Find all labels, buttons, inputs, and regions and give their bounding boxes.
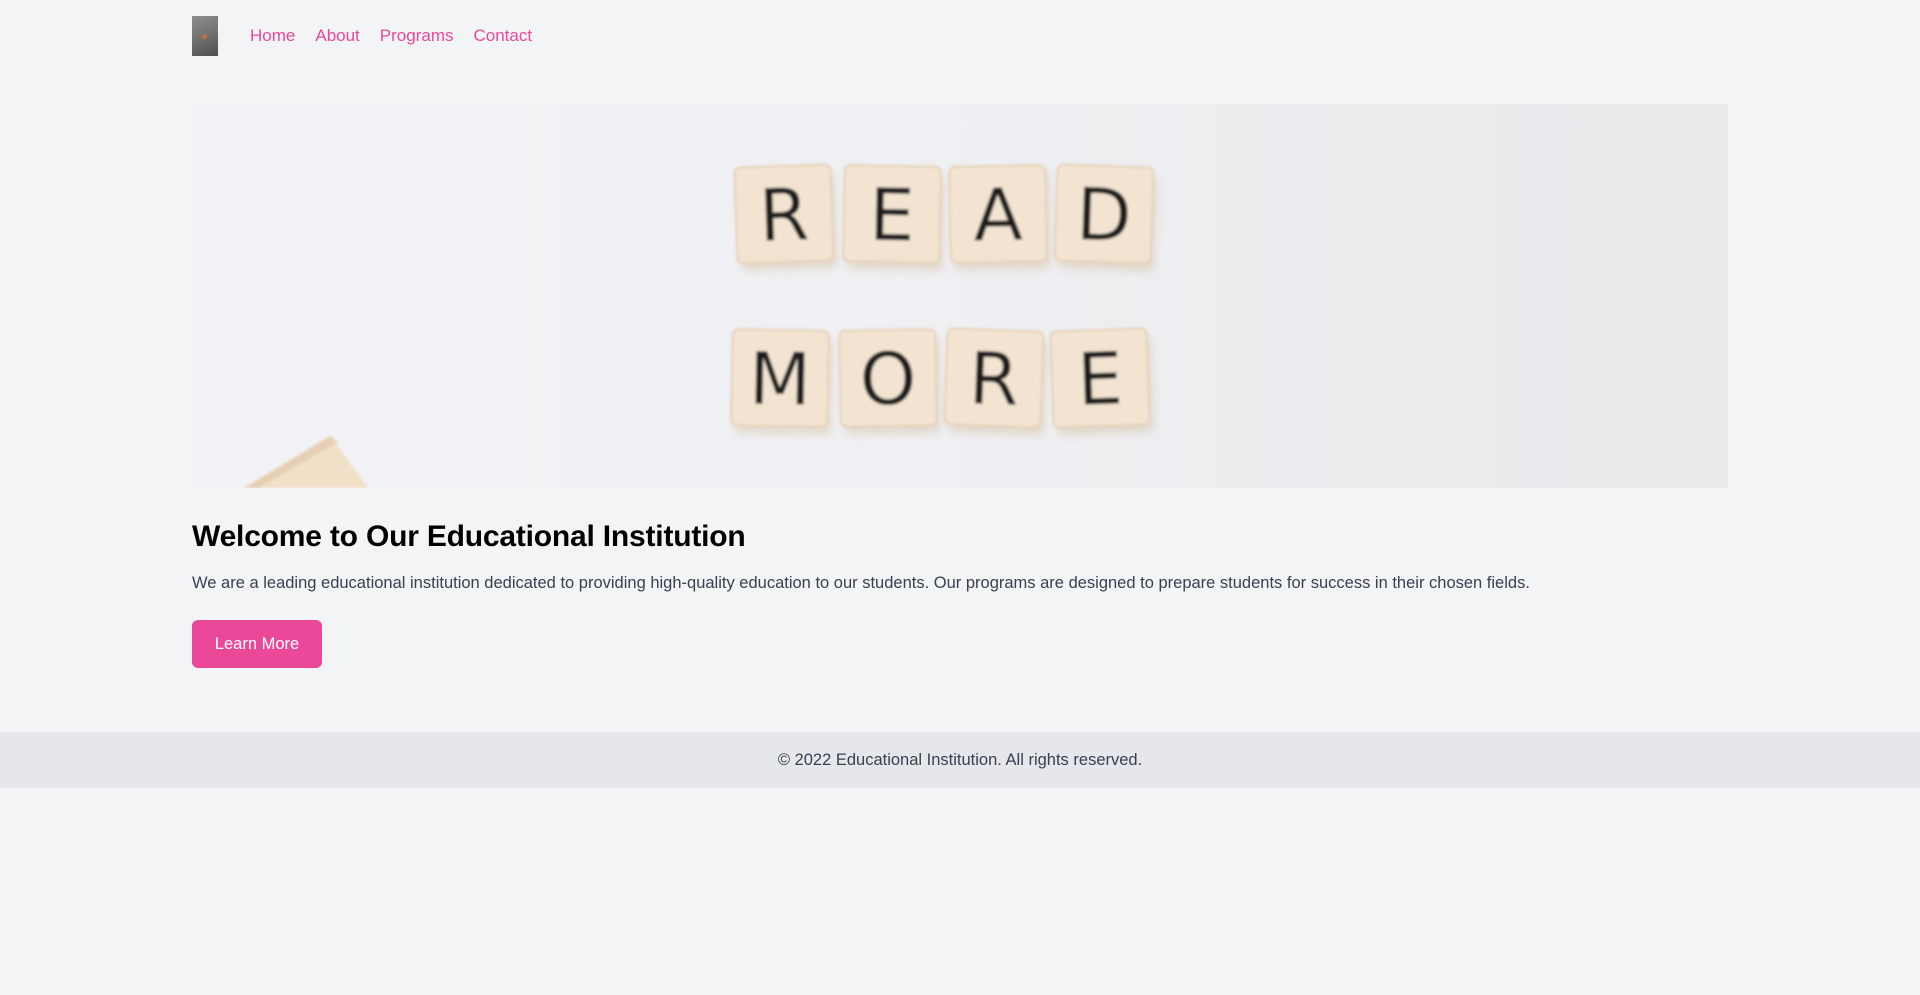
intro-paragraph: We are a leading educational institution… bbox=[192, 574, 1530, 592]
footer: © 2022 Educational Institution. All righ… bbox=[0, 732, 1920, 788]
tile-letter: O bbox=[859, 337, 917, 422]
tile-letter: D bbox=[1075, 172, 1133, 258]
tile-letter: E bbox=[869, 173, 916, 258]
tile-letter: R bbox=[967, 336, 1020, 422]
tile-letter: E bbox=[1076, 336, 1124, 422]
page-title: Welcome to Our Educational Institution bbox=[192, 520, 746, 553]
logo-image[interactable] bbox=[192, 16, 218, 56]
scrabble-tile: D bbox=[1053, 163, 1158, 272]
hero-image: READMORE bbox=[192, 104, 1728, 488]
scrabble-tile: R bbox=[943, 327, 1048, 436]
hero-scrabble-tiles-image: R E A DM O R E bbox=[244, 163, 1158, 488]
scrabble-tile: R bbox=[733, 163, 838, 272]
nav-link-about[interactable]: About bbox=[315, 16, 359, 56]
tile-letter: A bbox=[973, 173, 1024, 258]
nav-link-programs[interactable]: Programs bbox=[380, 16, 454, 56]
tile-letter: M bbox=[748, 336, 812, 421]
copyright-text: © 2022 Educational Institution. All righ… bbox=[777, 750, 1143, 769]
scrabble-tile: E bbox=[1049, 327, 1154, 436]
learn-more-button[interactable]: Learn More bbox=[192, 620, 322, 668]
scrabble-tile: A bbox=[948, 164, 1051, 271]
tile-letter: R bbox=[758, 172, 811, 258]
top-navigation: Home About Programs Contact bbox=[192, 16, 1728, 56]
scrabble-tile: M bbox=[730, 328, 833, 435]
scrabble-tile: E bbox=[842, 164, 945, 271]
nav-links: Home About Programs Contact bbox=[250, 16, 532, 56]
scrabble-tile: O bbox=[838, 328, 941, 435]
nav-link-contact[interactable]: Contact bbox=[473, 16, 532, 56]
nav-link-home[interactable]: Home bbox=[250, 16, 295, 56]
